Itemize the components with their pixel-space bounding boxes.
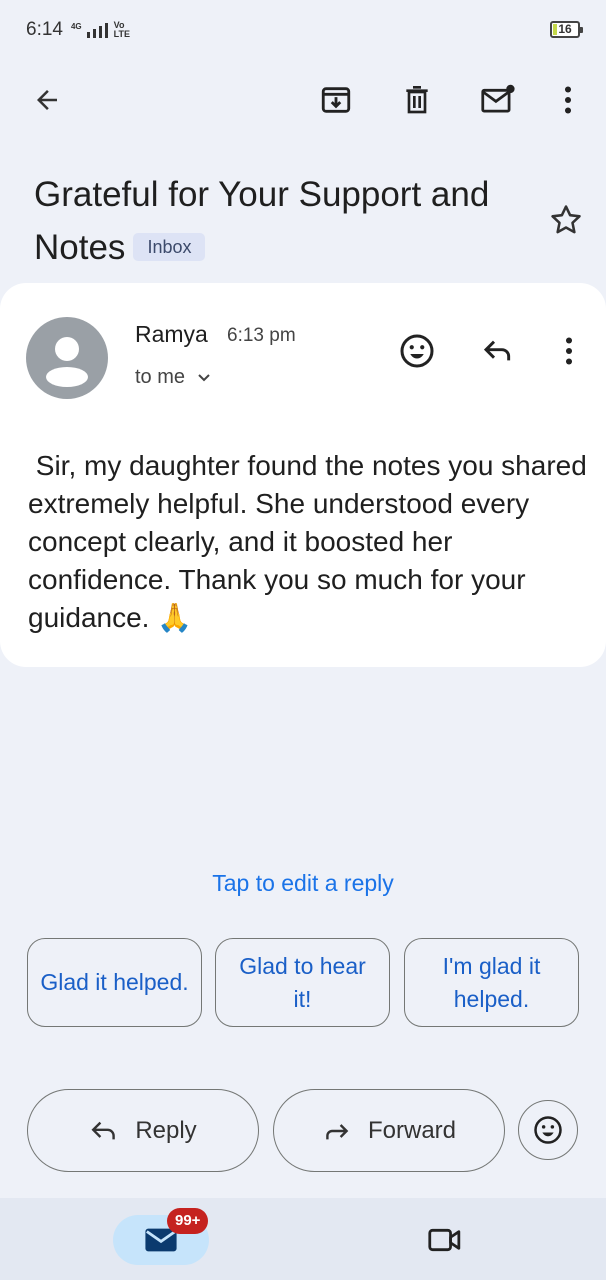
forward-icon [326,1123,349,1139]
battery-icon: 16 [550,21,583,38]
recipient-text: to me [135,366,186,388]
inbox-label-chip[interactable]: Inbox [133,233,206,261]
subject-text: Grateful for Your Support and Notes [34,175,490,267]
more-vertical-icon [565,337,573,365]
reply-button[interactable]: Reply [27,1089,259,1172]
status-bar: 6:14 4G Vo LTE 16 [0,0,606,60]
more-options-button[interactable] [540,70,596,130]
bottom-navigation: 99+ [0,1198,606,1280]
emoji-icon [534,1116,562,1144]
sender-avatar[interactable] [26,317,108,399]
add-reaction-button[interactable] [393,323,441,379]
smart-reply-option[interactable]: Glad it helped. [27,938,202,1027]
status-time: 6:14 [26,19,63,40]
nav-meet-tab[interactable] [420,1215,470,1265]
back-button[interactable] [19,70,75,130]
volte-indicator: Vo LTE [113,20,130,39]
react-emoji-button[interactable] [518,1100,578,1160]
tap-to-edit-hint[interactable]: Tap to edit a reply [0,870,606,897]
recipient-details-toggle[interactable]: to me [135,366,211,389]
smart-reply-option[interactable]: I'm glad it helped. [404,938,579,1027]
network-type: 4G [70,21,82,31]
archive-icon [321,87,351,113]
battery-level: 16 [558,22,572,36]
email-toolbar [0,70,606,130]
sender-name[interactable]: Ramya [135,321,208,348]
forward-label: Forward [367,1116,457,1144]
email-message-card: Ramya 6:13 pm to me Sir, my daughter fou… [0,283,606,667]
mark-unread-button[interactable] [470,70,526,130]
star-button[interactable] [540,196,592,244]
person-icon [46,337,88,387]
more-vertical-icon [564,86,572,114]
sent-time: 6:13 pm [227,325,296,346]
forward-button[interactable]: Forward [273,1089,505,1172]
arrow-back-icon [37,90,57,110]
signal-icon: 4G [70,21,108,38]
unread-count-badge: 99+ [167,1208,209,1234]
video-camera-icon [428,1228,461,1252]
emoji-icon [400,334,434,368]
chevron-down-icon [198,373,210,381]
delete-button[interactable] [389,70,445,130]
email-subject: Grateful for Your Support and Notes Inbox [34,168,534,274]
star-outline-icon [551,205,581,234]
reply-label: Reply [135,1116,197,1144]
reply-inline-button[interactable] [474,323,522,379]
email-body: Sir, my daughter found the notes you sha… [28,450,595,633]
reply-icon [91,1121,116,1139]
reply-icon [483,340,511,361]
message-more-button[interactable] [545,323,593,379]
mail-unread-icon [481,84,515,113]
smart-reply-option[interactable]: Glad to hear it! [215,938,390,1027]
trash-icon [406,86,428,114]
archive-button[interactable] [308,70,364,130]
